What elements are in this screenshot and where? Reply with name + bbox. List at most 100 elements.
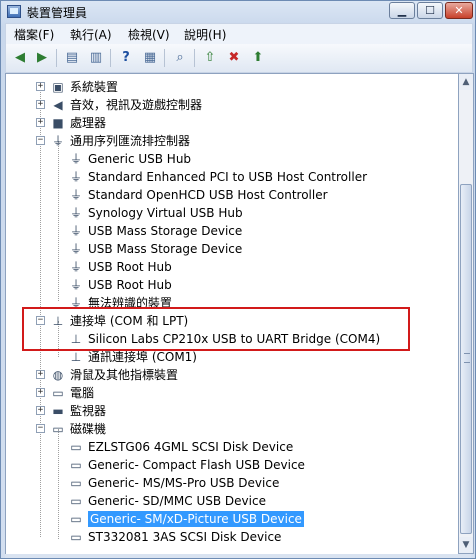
expand-icon[interactable]: + — [36, 118, 45, 127]
tree-item-label: USB Root Hub — [88, 260, 172, 274]
list-icon[interactable]: ▥ — [86, 48, 106, 68]
uninstall-icon[interactable]: ✖ — [224, 48, 244, 68]
tree-device[interactable]: ⏚ USB Root Hub — [6, 258, 458, 276]
usb-icon: ⏚ — [69, 152, 82, 166]
tree-item-label: USB Mass Storage Device — [88, 242, 243, 256]
view-icon[interactable]: ▦ — [140, 48, 160, 68]
status-bar — [5, 554, 471, 558]
tree-item-label: Generic- Compact Flash USB Device — [88, 458, 305, 472]
tree-category[interactable]: − ⏚ 通用序列匯流排控制器 — [6, 132, 458, 150]
tree-device[interactable]: ⏚ USB Mass Storage Device — [6, 222, 458, 240]
tree-item-label: Generic USB Hub — [88, 152, 192, 166]
disk-icon: ▭ — [52, 422, 64, 436]
menu-file[interactable]: 檔案(F) — [14, 26, 54, 43]
tree-item-label: Generic- MS/MS-Pro USB Device — [88, 476, 280, 490]
disk-icon: ▭ — [70, 440, 82, 454]
scan-icon[interactable]: ⌕ — [170, 48, 190, 68]
device-manager-icon — [7, 5, 21, 18]
menu-help[interactable]: 說明(H) — [184, 26, 226, 43]
scroll-up-icon[interactable]: ▲ — [459, 74, 473, 90]
tree-item-label: 處理器 — [70, 116, 107, 130]
usb-icon: ⏚ — [69, 188, 82, 202]
disk-icon: ▭ — [70, 476, 82, 490]
computer-icon: ▭ — [52, 386, 64, 400]
usb-icon: ⏚ — [69, 278, 82, 292]
tree-item-label: 系統裝置 — [70, 80, 119, 94]
tree-device[interactable]: ▭ EZLSTG06 4GML SCSI Disk Device — [6, 438, 458, 456]
tree-item-label: Standard OpenHCD USB Host Controller — [88, 188, 328, 202]
expand-icon[interactable]: + — [36, 82, 45, 91]
usb-icon: ⏚ — [69, 206, 82, 220]
toolbar: ◀ ▶ ▤ ▥ ? ▦ ⌕ ⇧ ✖ ⬆ — [5, 44, 473, 73]
menu-view[interactable]: 檢視(V) — [128, 26, 170, 43]
tree-item-label: 音效，視訊及遊戲控制器 — [70, 98, 203, 112]
tree-category[interactable]: + ▬ 監視器 — [6, 402, 458, 420]
close-button[interactable]: ✕ — [445, 2, 473, 19]
scroll-down-icon[interactable]: ▼ — [459, 537, 473, 553]
tree-item-label: 通用序列匯流排控制器 — [70, 134, 191, 148]
tree-item-label: 監視器 — [70, 404, 107, 418]
tree-category[interactable]: − ▭ 磁碟機 — [6, 420, 458, 438]
tree-item-label: 通訊連接埠 (COM1) — [88, 350, 197, 364]
enable-icon[interactable]: ⬆ — [248, 48, 268, 68]
tree-item-label: Generic- SD/MMC USB Device — [88, 494, 266, 508]
tree-item-label: EZLSTG06 4GML SCSI Disk Device — [88, 440, 294, 454]
maximize-button[interactable]: ☐ — [417, 2, 443, 19]
tree-device[interactable]: ⏚ Synology Virtual USB Hub — [6, 204, 458, 222]
usb-icon: ⏚ — [51, 134, 64, 148]
disk-icon: ▭ — [70, 512, 82, 526]
tree-device[interactable]: ⏚ Standard OpenHCD USB Host Controller — [6, 186, 458, 204]
tree-item-label: USB Mass Storage Device — [88, 224, 243, 238]
tree-device[interactable]: ▭ Generic- SM/xD-Picture USB Device — [6, 510, 458, 528]
collapse-icon[interactable]: − — [36, 424, 45, 433]
tree-item-label: 電腦 — [70, 386, 95, 400]
window-title: 裝置管理員 — [27, 6, 88, 20]
port-icon: ⊥ — [70, 350, 82, 364]
forward-icon[interactable]: ▶ — [32, 48, 52, 68]
update-driver-icon[interactable]: ⇧ — [200, 48, 220, 68]
processor-icon: ■ — [52, 116, 64, 130]
tree-device[interactable]: ▭ ST332081 3AS SCSI Disk Device — [6, 528, 458, 546]
vertical-scrollbar[interactable]: ▲ ▼ — [458, 73, 474, 554]
help-icon[interactable]: ? — [116, 48, 136, 68]
tree-device[interactable]: ⏚ Standard Enhanced PCI to USB Host Contr… — [6, 168, 458, 186]
collapse-icon[interactable]: − — [36, 136, 45, 145]
expand-icon[interactable]: + — [36, 406, 45, 415]
tree-category[interactable]: + ◍ 滑鼠及其他指標裝置 — [6, 366, 458, 384]
back-icon[interactable]: ◀ — [10, 48, 30, 68]
tree-category[interactable]: + ◀ 音效，視訊及遊戲控制器 — [6, 96, 458, 114]
expand-icon[interactable]: + — [36, 388, 45, 397]
tree-device[interactable]: ▭ Generic- MS/MS-Pro USB Device — [6, 474, 458, 492]
tree-item-label: Standard Enhanced PCI to USB Host Contro… — [88, 170, 368, 184]
menu-bar: 檔案(F) 執行(A) 檢視(V) 說明(H) — [5, 23, 473, 45]
title-bar: 裝置管理員 ▁ ☐ ✕ — [1, 1, 475, 23]
disk-icon: ▭ — [70, 494, 82, 508]
highlight-annotation-box — [22, 307, 410, 351]
mouse-icon: ◍ — [52, 368, 64, 382]
usb-icon: ⏚ — [69, 260, 82, 274]
tree-device[interactable]: ⏚ Generic USB Hub — [6, 150, 458, 168]
system-icon: ▣ — [52, 80, 64, 94]
monitor-icon: ▬ — [52, 404, 64, 418]
minimize-button[interactable]: ▁ — [389, 2, 415, 19]
tree-device[interactable]: ▭ Generic- Compact Flash USB Device — [6, 456, 458, 474]
tree-item-label: USB Root Hub — [88, 278, 172, 292]
tree-category[interactable]: + ▭ 電腦 — [6, 384, 458, 402]
scrollbar-thumb[interactable] — [460, 184, 472, 534]
tree-device[interactable]: ▭ Generic- SD/MMC USB Device — [6, 492, 458, 510]
expand-icon[interactable]: + — [36, 100, 45, 109]
properties-icon[interactable]: ▤ — [62, 48, 82, 68]
sound-icon: ◀ — [53, 98, 63, 112]
tree-item-label: Synology Virtual USB Hub — [88, 206, 243, 220]
tree-item-label: 磁碟機 — [70, 422, 107, 436]
usb-icon: ⏚ — [69, 170, 82, 184]
tree-device[interactable]: ⏚ USB Root Hub — [6, 276, 458, 294]
expand-icon[interactable]: + — [36, 370, 45, 379]
tree-item-label: Generic- SM/xD-Picture USB Device — [88, 511, 304, 527]
tree-device[interactable]: ⏚ USB Mass Storage Device — [6, 240, 458, 258]
device-manager-window: 裝置管理員 ▁ ☐ ✕ 檔案(F) 執行(A) 檢視(V) 說明(H) ◀ ▶ … — [0, 0, 476, 559]
tree-category[interactable]: + ▣ 系統裝置 — [6, 78, 458, 96]
tree-category[interactable]: + ■ 處理器 — [6, 114, 458, 132]
menu-action[interactable]: 執行(A) — [70, 26, 112, 43]
disk-icon: ▭ — [70, 530, 82, 544]
